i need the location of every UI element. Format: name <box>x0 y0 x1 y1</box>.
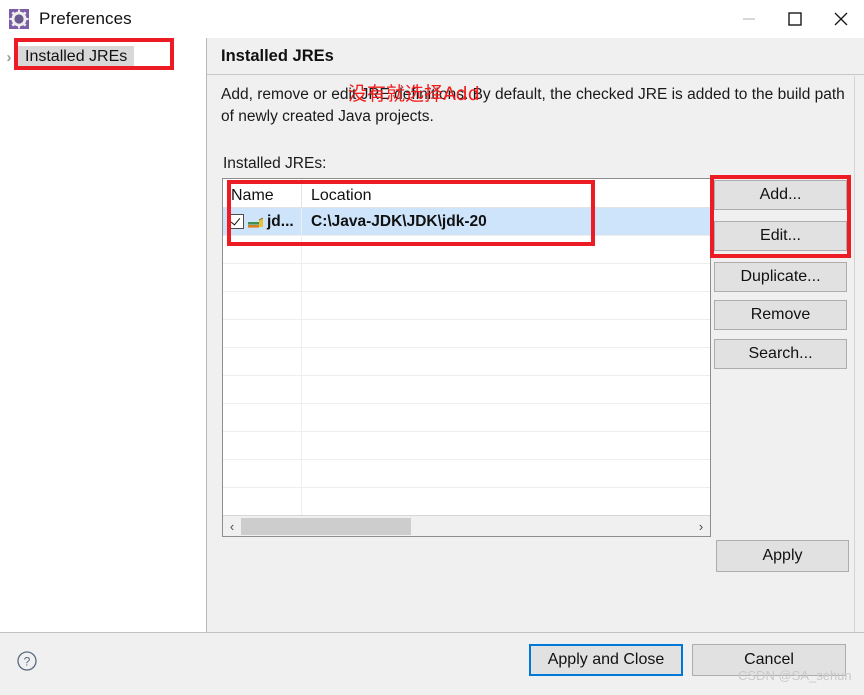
table-empty-row[interactable] <box>223 236 710 264</box>
jre-checkbox[interactable] <box>229 214 244 229</box>
help-circle-icon[interactable]: ? <box>16 650 38 672</box>
table-empty-row[interactable] <box>223 292 710 320</box>
jre-icon <box>248 215 264 229</box>
window-controls <box>726 0 864 38</box>
table-empty-row[interactable] <box>223 460 710 488</box>
column-header-location[interactable]: Location <box>301 179 710 207</box>
duplicate-button[interactable]: Duplicate... <box>714 262 847 292</box>
content-header: Installed JREs <box>207 38 864 75</box>
window-title: Preferences <box>39 9 132 28</box>
page-title: Installed JREs <box>221 46 334 65</box>
svg-text:?: ? <box>24 655 31 669</box>
title-bar: Preferences <box>0 0 864 38</box>
empty-name-cell <box>223 460 301 487</box>
table-empty-row[interactable] <box>223 376 710 404</box>
watermark: CSDN @SA_sehun <box>738 668 852 683</box>
remove-button[interactable]: Remove <box>714 300 847 330</box>
table-empty-row[interactable] <box>223 348 710 376</box>
minimize-button[interactable] <box>726 0 772 38</box>
empty-name-cell <box>223 236 301 263</box>
installed-jres-label: Installed JREs: <box>223 155 327 172</box>
gear-icon <box>8 8 30 30</box>
sidebar-item-label: Installed JREs <box>18 45 135 69</box>
table-empty-row[interactable] <box>223 404 710 432</box>
apply-and-close-button[interactable]: Apply and Close <box>529 644 683 676</box>
table-empty-row[interactable] <box>223 432 710 460</box>
scrollbar-thumb[interactable] <box>241 518 411 535</box>
annotation-text: 没有就选择Add <box>348 83 480 105</box>
empty-location-cell <box>301 236 710 263</box>
window-right-edge <box>854 76 864 670</box>
table-empty-rows <box>223 236 710 516</box>
maximize-button[interactable] <box>772 0 818 38</box>
empty-name-cell <box>223 348 301 375</box>
table-empty-row[interactable] <box>223 264 710 292</box>
empty-location-cell <box>301 376 710 403</box>
row-location-cell: C:\Java-JDK\JDK\jdk-20 <box>301 208 710 235</box>
chevron-right-icon[interactable]: › <box>0 50 18 65</box>
column-header-name[interactable]: Name <box>223 187 301 207</box>
search-button[interactable]: Search... <box>714 339 847 369</box>
table-empty-row[interactable] <box>223 320 710 348</box>
empty-location-cell <box>301 264 710 291</box>
add-button[interactable]: Add... <box>714 180 847 210</box>
empty-name-cell <box>223 376 301 403</box>
table-row[interactable]: jd... C:\Java-JDK\JDK\jdk-20 <box>223 208 710 236</box>
empty-location-cell <box>301 404 710 431</box>
empty-location-cell <box>301 460 710 487</box>
empty-location-cell <box>301 348 710 375</box>
empty-location-cell <box>301 432 710 459</box>
row-name-cell[interactable]: jd... <box>223 208 301 235</box>
scroll-right-icon[interactable]: › <box>692 516 710 536</box>
table-header-row: Name Location <box>223 179 710 208</box>
scrollbar-track[interactable] <box>241 516 692 536</box>
empty-location-cell <box>301 320 710 347</box>
empty-location-cell <box>301 292 710 319</box>
empty-name-cell <box>223 264 301 291</box>
empty-name-cell <box>223 404 301 431</box>
scroll-left-icon[interactable]: ‹ <box>223 516 241 536</box>
table-empty-row[interactable] <box>223 488 710 516</box>
installed-jres-table[interactable]: Name Location jd... C:\Java-JDK\JDK\jdk-… <box>222 178 711 537</box>
page-description: Add, remove or edit JRE definitions. By … <box>221 86 845 125</box>
empty-name-cell <box>223 488 301 515</box>
table-horizontal-scrollbar[interactable]: ‹ › <box>223 515 710 536</box>
apply-button[interactable]: Apply <box>716 540 849 572</box>
close-button[interactable] <box>818 0 864 38</box>
sidebar-item-installed-jres[interactable]: › Installed JREs <box>0 44 135 70</box>
empty-name-cell <box>223 292 301 319</box>
edit-button[interactable]: Edit... <box>714 221 847 251</box>
empty-name-cell <box>223 432 301 459</box>
row-name-text: jd... <box>267 212 294 230</box>
empty-name-cell <box>223 320 301 347</box>
empty-location-cell <box>301 488 710 515</box>
preferences-tree: › Installed JREs <box>0 38 207 632</box>
